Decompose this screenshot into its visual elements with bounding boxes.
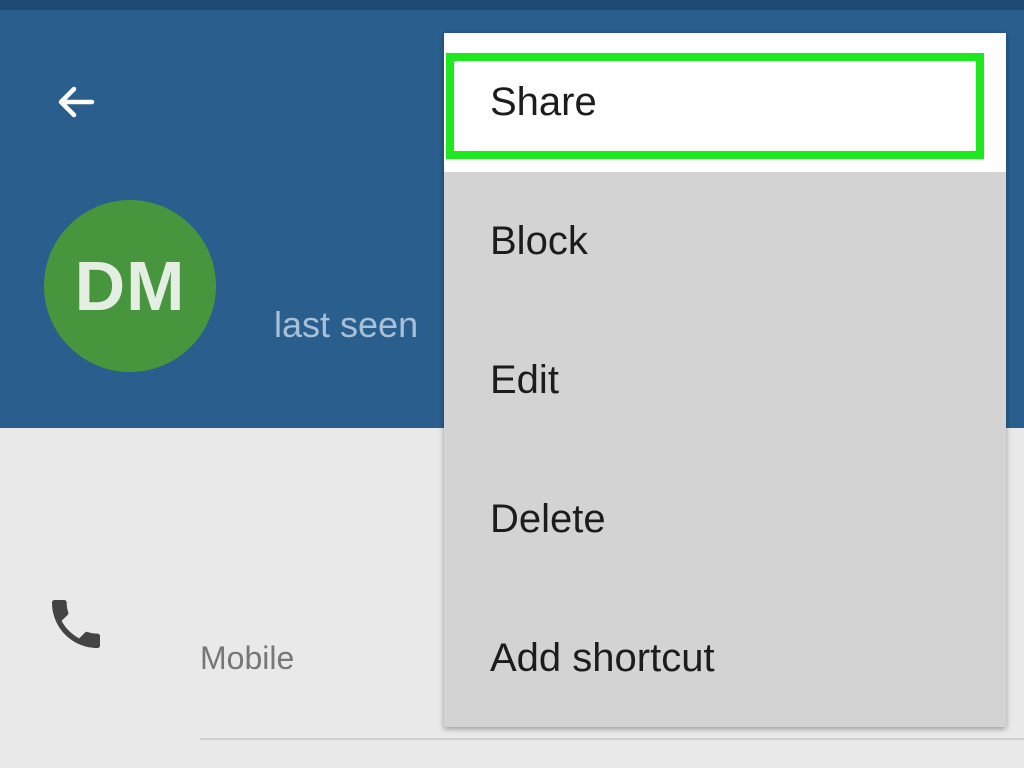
last-seen-status: last seen xyxy=(274,304,419,345)
menu-item-edit[interactable]: Edit xyxy=(444,311,1006,450)
avatar-initials: DM xyxy=(74,247,186,325)
menu-item-block[interactable]: Block xyxy=(444,172,1006,311)
back-button[interactable] xyxy=(44,70,108,134)
phone-type-label: Mobile xyxy=(200,640,295,676)
divider xyxy=(200,738,1024,740)
menu-item-share[interactable]: Share xyxy=(444,33,1006,172)
contact-profile-screen: DM last seen Mobile Share Block Edit Del… xyxy=(0,0,1024,768)
avatar: DM xyxy=(44,200,216,372)
phone-icon[interactable] xyxy=(44,592,108,656)
status-bar xyxy=(0,0,1024,10)
overflow-menu: Share Block Edit Delete Add shortcut xyxy=(444,33,1006,727)
menu-item-delete[interactable]: Delete xyxy=(444,450,1006,589)
menu-item-add-shortcut[interactable]: Add shortcut xyxy=(444,589,1006,728)
arrow-left-icon xyxy=(58,86,95,118)
